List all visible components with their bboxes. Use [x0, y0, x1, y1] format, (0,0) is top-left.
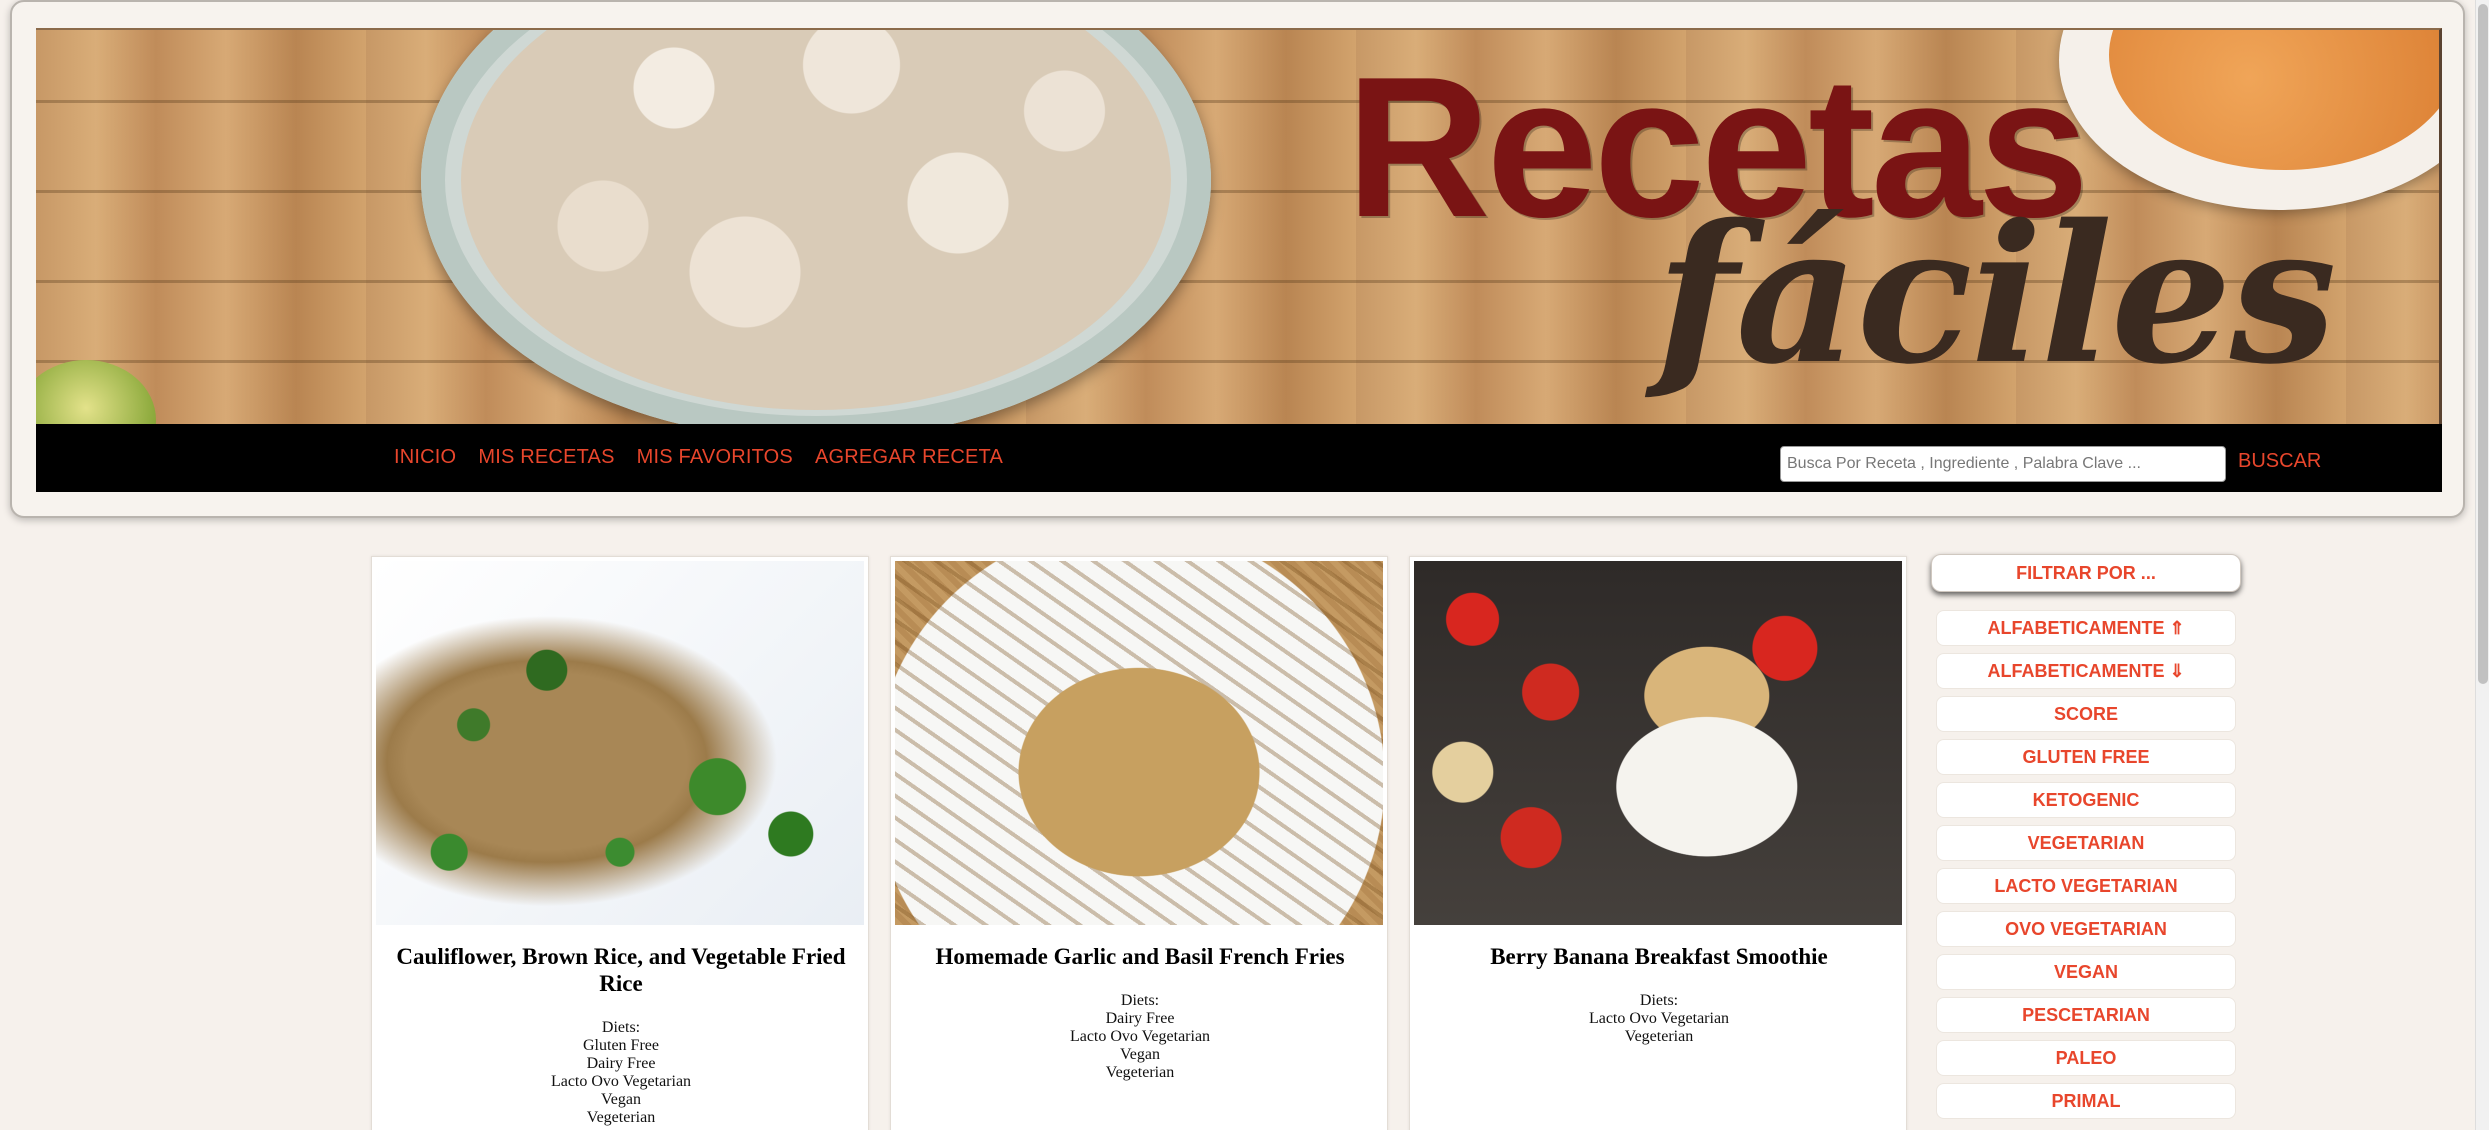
search-button[interactable]: BUSCAR	[2238, 450, 2321, 473]
scrollbar-thumb[interactable]	[2478, 4, 2488, 684]
filter-ovo-vegetarian[interactable]: OVO VEGETARIAN	[1936, 911, 2236, 947]
recipe-diets: Diets: Dairy Free Lacto Ovo Vegetarian V…	[899, 992, 1381, 1082]
header-card: Recetas fáciles INICIO MIS RECETAS MIS F…	[10, 0, 2465, 518]
nav-inicio[interactable]: INICIO	[394, 446, 456, 469]
filter-vegetarian[interactable]: VEGETARIAN	[1936, 825, 2236, 861]
diet-item: Lacto Ovo Vegetarian	[1069, 1028, 1211, 1045]
recipe-image[interactable]	[1414, 561, 1902, 925]
recipe-title[interactable]: Homemade Garlic and Basil French Fries	[899, 943, 1381, 970]
banner-image: Recetas fáciles	[36, 28, 2442, 424]
filter-paleo[interactable]: PALEO	[1936, 1040, 2236, 1076]
filter-gluten-free[interactable]: GLUTEN FREE	[1936, 739, 2236, 775]
diet-item: Lacto Ovo Vegetarian	[1588, 1010, 1730, 1027]
filter-ketogenic[interactable]: KETOGENIC	[1936, 782, 2236, 818]
diet-item: Vegan	[601, 1091, 641, 1108]
banner-title-faciles: fáciles	[1656, 183, 2337, 406]
recipe-card[interactable]: Homemade Garlic and Basil French Fries D…	[890, 556, 1388, 1130]
recipe-card[interactable]: Cauliflower, Brown Rice, and Vegetable F…	[371, 556, 869, 1130]
filter-title-button[interactable]: FILTRAR POR ...	[1931, 554, 2241, 592]
filter-alpha-asc[interactable]: ALFABETICAMENTE ⇑	[1936, 610, 2236, 646]
navbar: INICIO MIS RECETAS MIS FAVORITOS AGREGAR…	[36, 424, 2442, 492]
filter-lacto-vegetarian[interactable]: LACTO VEGETARIAN	[1936, 868, 2236, 904]
diet-item: Lacto Ovo Vegetarian	[550, 1073, 692, 1090]
diet-item: Vegeterian	[586, 1109, 656, 1126]
search-input[interactable]	[1780, 446, 2226, 482]
recipe-title[interactable]: Berry Banana Breakfast Smoothie	[1418, 943, 1900, 970]
recipe-image[interactable]	[895, 561, 1383, 925]
diets-label: Diets:	[601, 1019, 641, 1036]
filter-list: ALFABETICAMENTE ⇑ ALFABETICAMENTE ⇓ SCOR…	[1936, 610, 2236, 1126]
nav-mis-favoritos[interactable]: MIS FAVORITOS	[637, 446, 793, 469]
recipe-diets: Diets: Gluten Free Dairy Free Lacto Ovo …	[380, 1019, 862, 1127]
diet-item: Dairy Free	[1105, 1010, 1175, 1027]
diet-item: Vegeterian	[1105, 1064, 1175, 1081]
diet-item: Vegan	[1120, 1046, 1160, 1063]
recipe-title[interactable]: Cauliflower, Brown Rice, and Vegetable F…	[380, 943, 862, 997]
diet-item: Gluten Free	[583, 1037, 659, 1054]
recipe-diets: Diets: Lacto Ovo Vegetarian Vegeterian	[1418, 992, 1900, 1046]
nav-mis-recetas[interactable]: MIS RECETAS	[478, 446, 614, 469]
filter-pescetarian[interactable]: PESCETARIAN	[1936, 997, 2236, 1033]
page-scrollbar[interactable]	[2475, 0, 2489, 1130]
diet-item: Dairy Free	[586, 1055, 656, 1072]
nav-agregar-receta[interactable]: AGREGAR RECETA	[815, 446, 1003, 469]
diet-item: Vegeterian	[1624, 1028, 1694, 1045]
filter-score[interactable]: SCORE	[1936, 696, 2236, 732]
diets-label: Diets:	[1120, 992, 1160, 1009]
recipe-image[interactable]	[376, 561, 864, 925]
filter-alpha-desc[interactable]: ALFABETICAMENTE ⇓	[1936, 653, 2236, 689]
filter-vegan[interactable]: VEGAN	[1936, 954, 2236, 990]
recipe-card[interactable]: Berry Banana Breakfast Smoothie Diets: L…	[1409, 556, 1907, 1130]
avocado-image	[36, 360, 156, 424]
filter-primal[interactable]: PRIMAL	[1936, 1083, 2236, 1119]
nav-links: INICIO MIS RECETAS MIS FAVORITOS AGREGAR…	[394, 446, 1003, 469]
diets-label: Diets:	[1639, 992, 1679, 1009]
